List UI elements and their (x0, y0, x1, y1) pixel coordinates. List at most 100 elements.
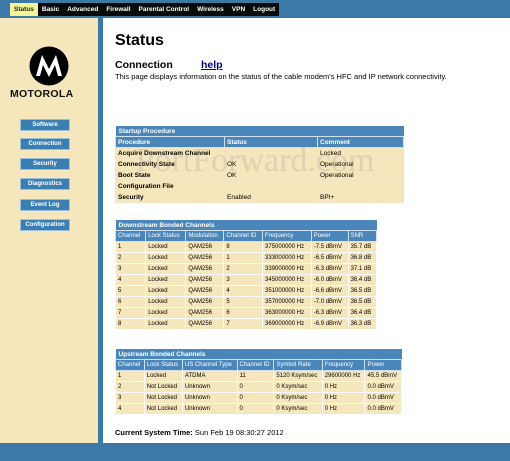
sidebar-item-software[interactable]: Software (20, 119, 70, 131)
table-cell: BPI+ (317, 191, 404, 203)
table-row: 3 Locked QAM256 2 339000000 Hz -6.3 dBmV 37.1 … (114, 263, 378, 275)
sidebar-item-event-log[interactable]: Event Log (20, 199, 70, 211)
sidebar-item-security[interactable]: Security (20, 158, 70, 170)
table-cell: 0.0 dBmV (364, 403, 402, 415)
table-cell: 4 (223, 285, 264, 297)
downstream-channels-table: Downstream Bonded Channels Channel Lock … (114, 220, 378, 330)
table-cell: Unknown (181, 392, 238, 404)
column-header: Lock Status (143, 359, 183, 371)
table-cell: QAM256 (185, 285, 225, 297)
table-cell: 29600000 Hz (321, 370, 366, 382)
table-cell: 0 (236, 392, 275, 404)
table-row: 2 Not Locked Unknown 0 0 Ksym/sec 0 Hz 0.0 dBm… (115, 381, 402, 393)
table-cell: Locked (145, 241, 187, 253)
system-time: Current System Time: Sun Feb 19 08:30:27… (115, 428, 284, 437)
table-cell: 339000000 Hz (262, 263, 312, 275)
table-header-row: Channel Lock Status US Channel Type Chan… (115, 359, 402, 371)
help-link[interactable]: help (201, 59, 223, 71)
table-cell: 35.7 dB (347, 241, 378, 253)
nav-logout[interactable]: Logout (249, 3, 279, 16)
nav-advanced[interactable]: Advanced (63, 3, 102, 16)
table-cell: 0 Hz (321, 403, 366, 415)
table-cell: Security (115, 191, 225, 203)
table-cell: Not Locked (143, 381, 183, 393)
table-cell: Not Locked (143, 403, 183, 415)
table-cell: QAM256 (185, 318, 225, 330)
column-header: US Channel Type (181, 359, 238, 371)
system-time-value: Sun Feb 19 08:30:27 2012 (194, 428, 284, 437)
table-cell: -6.0 dBmV (310, 274, 349, 286)
column-header: Symbol Rate (273, 359, 323, 371)
table-cell: QAM256 (185, 241, 225, 253)
column-header: Lock Status (145, 230, 187, 242)
table-cell: Locked (145, 252, 187, 264)
table-header-row: Channel Lock Status Modulation Channel I… (114, 230, 378, 242)
table-cell: 351000000 Hz (262, 285, 312, 297)
table-cell (224, 180, 318, 192)
table-row: Configuration File (115, 180, 404, 192)
nav-basic[interactable]: Basic (38, 3, 63, 16)
section-title: Connection (115, 59, 173, 71)
table-cell: 45.5 dBmV (364, 370, 402, 382)
startup-table-title: Startup Procedure (115, 126, 404, 137)
left-sidebar: MOTOROLA Software Connection Security Di… (0, 18, 103, 443)
nav-wireless[interactable]: Wireless (193, 3, 228, 16)
table-cell: 1 (114, 241, 147, 253)
table-cell: OK (224, 169, 318, 181)
sidebar-item-configuration[interactable]: Configuration (20, 219, 70, 231)
sidebar-item-connection[interactable]: Connection (20, 138, 70, 150)
column-header: Power (364, 359, 402, 371)
table-cell: QAM256 (185, 296, 225, 308)
column-header: Modulation (185, 230, 225, 242)
table-cell: 369000000 Hz (262, 318, 312, 330)
table-cell: Locked (145, 274, 187, 286)
table-cell: Operational (317, 169, 404, 181)
page-title: Status (115, 32, 164, 49)
table-cell: 5120 Ksym/sec (273, 370, 323, 382)
table-row: 6 Locked QAM256 5 357000000 Hz -7.0 dBmV 36.5 … (114, 296, 378, 308)
system-time-label: Current System Time: (115, 428, 193, 437)
table-cell: Locked (143, 370, 183, 382)
table-cell: -6.5 dBmV (310, 252, 349, 264)
bottom-bar (0, 443, 510, 461)
column-header: Power (310, 230, 349, 242)
table-cell: 0 Hz (321, 381, 366, 393)
table-cell: 0.0 dBmV (364, 392, 402, 404)
table-cell: 36.5 dB (347, 285, 378, 297)
table-cell: Acquire Downstream Channel (115, 147, 225, 159)
sidebar-item-diagnostics[interactable]: Diagnostics (20, 178, 70, 190)
table-cell: -7.5 dBmV (310, 241, 349, 253)
table-row: Connectivity State OK Operational (115, 158, 404, 170)
table-cell: 1 (223, 252, 264, 264)
table-cell: Locked (145, 285, 187, 297)
table-row: 8 Locked QAM256 7 369000000 Hz -6.9 dBmV 36.3 … (114, 318, 378, 330)
column-header: Procedure (115, 136, 225, 148)
nav-status[interactable]: Status (10, 3, 38, 16)
nav-firewall[interactable]: Firewall (102, 3, 134, 16)
table-cell: 36.4 dB (347, 274, 378, 286)
table-row: Boot State OK Operational (115, 169, 404, 181)
column-header: Frequency (262, 230, 312, 242)
top-nav: Status Basic Advanced Firewall Parental … (10, 3, 280, 16)
table-cell: 36.5 dB (347, 296, 378, 308)
table-cell: QAM256 (185, 307, 225, 319)
table-cell: 3 (114, 263, 147, 275)
nav-parental-control[interactable]: Parental Control (135, 3, 194, 16)
table-cell: 7 (223, 318, 264, 330)
top-bar: Status Basic Advanced Firewall Parental … (0, 0, 510, 18)
nav-vpn[interactable]: VPN (228, 3, 249, 16)
table-row: 4 Not Locked Unknown 0 0 Ksym/sec 0 Hz 0.0 dBm… (115, 403, 402, 415)
table-cell: 8 (114, 318, 147, 330)
main-content: Status Connection help This page display… (103, 18, 510, 443)
table-cell: Unknown (181, 403, 238, 415)
table-cell: Locked (317, 147, 404, 159)
table-cell: 333000000 Hz (262, 252, 312, 264)
table-row: 2 Locked QAM256 1 333000000 Hz -6.5 dBmV 36.8 … (114, 252, 378, 264)
table-cell: -7.0 dBmV (310, 296, 349, 308)
table-cell: 3 (223, 274, 264, 286)
page-description: This page displays information on the st… (115, 72, 447, 81)
table-cell: Enabled (224, 191, 318, 203)
upstream-table-title: Upstream Bonded Channels (115, 349, 402, 360)
table-row: 1 Locked QAM256 8 375000000 Hz -7.5 dBmV 35.7 … (114, 241, 378, 253)
table-row: 7 Locked QAM256 6 363000000 Hz -6.3 dBmV 36.4 … (114, 307, 378, 319)
